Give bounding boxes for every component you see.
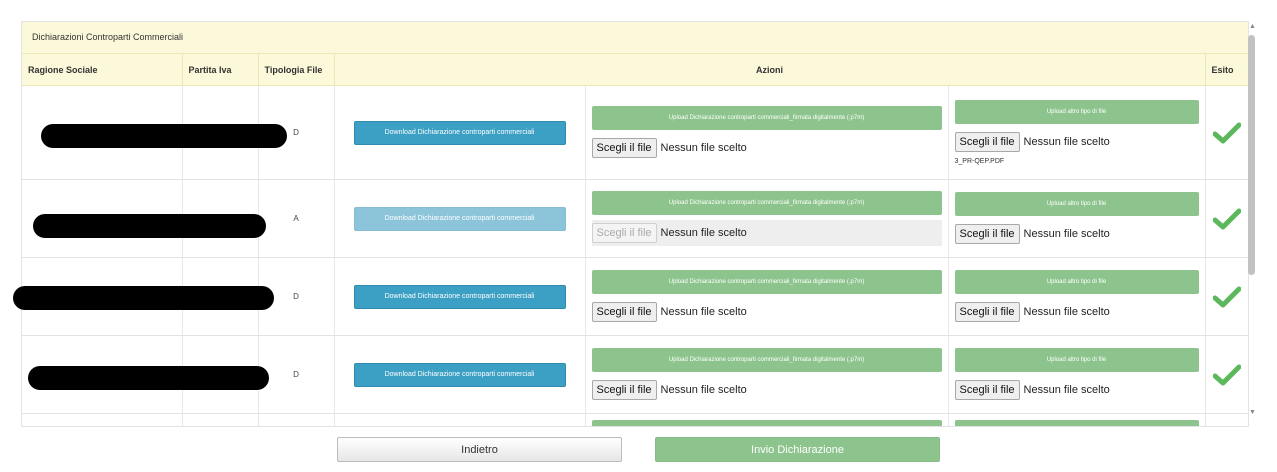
file-status: Nessun file scelto (1023, 228, 1110, 240)
check-icon (1212, 122, 1241, 143)
scroll-up-icon[interactable]: ▲ (1249, 23, 1256, 30)
download-dichiarazione-button[interactable]: Download Dichiarazione controparti comme… (353, 206, 566, 231)
vertical-scrollbar[interactable]: ▲ ▼ (1248, 21, 1258, 425)
tipologia-cell: A (258, 179, 335, 258)
redacted-name (28, 366, 269, 390)
file-input-dichiarazione: Scegli il file Nessun file scelto (591, 220, 942, 246)
file-input-dichiarazione[interactable]: Scegli il file Nessun file scelto (591, 301, 942, 323)
file-status: Nessun file scelto (1023, 306, 1110, 318)
file-status: Nessun file scelto (660, 142, 747, 154)
choose-file-button[interactable]: Scegli il file (591, 380, 657, 400)
uploaded-file-name: 3_PR-QEP.PDF (954, 158, 1005, 165)
file-input-altro[interactable]: Scegli il file Nessun file scelto (954, 131, 1199, 153)
choose-file-button[interactable]: Scegli il file (954, 132, 1020, 152)
tipologia-cell: D (258, 335, 335, 414)
check-icon (1212, 208, 1241, 229)
scroll-down-icon[interactable]: ▼ (1249, 409, 1256, 416)
download-dichiarazione-button[interactable]: Download Dichiarazione controparti comme… (353, 120, 566, 145)
col-header-partita-iva: Partita Iva (182, 54, 259, 86)
redacted-name (13, 286, 274, 310)
upload-altro-button[interactable]: Upload altro tipo di file (954, 270, 1199, 294)
file-input-dichiarazione[interactable]: Scegli il file Nessun file scelto (591, 379, 942, 401)
upload-dichiarazione-button[interactable]: Upload Dichiarazione controparti commerc… (591, 270, 942, 294)
upload-altro-button[interactable]: Upload altro tipo di file (954, 192, 1199, 216)
choose-file-button: Scegli il file (591, 223, 657, 243)
file-input-altro[interactable]: Scegli il file Nessun file scelto (954, 379, 1199, 401)
back-button[interactable]: Indietro (337, 437, 622, 462)
upload-dichiarazione-button[interactable]: Upload Dichiarazione controparti commerc… (591, 191, 942, 215)
scrollbar-thumb[interactable] (1248, 35, 1255, 275)
download-dichiarazione-button[interactable]: Download Dichiarazione controparti comme… (353, 284, 566, 309)
file-status: Nessun file scelto (660, 306, 747, 318)
choose-file-button[interactable]: Scegli il file (591, 302, 657, 322)
upload-dichiarazione-button[interactable] (591, 420, 942, 426)
panel-title: Dichiarazioni Controparti Commerciali (22, 22, 1248, 54)
send-declaration-button[interactable]: Invio Dichiarazione (655, 437, 940, 462)
file-status: Nessun file scelto (1023, 136, 1110, 148)
table-row (22, 413, 1248, 426)
file-input-altro[interactable]: Scegli il file Nessun file scelto (954, 223, 1199, 245)
file-status: Nessun file scelto (660, 384, 747, 396)
choose-file-button[interactable]: Scegli il file (954, 302, 1020, 322)
choose-file-button[interactable]: Scegli il file (954, 380, 1020, 400)
col-header-ragione-sociale: Ragione Sociale (22, 54, 183, 86)
redacted-name (41, 124, 287, 148)
upload-altro-button[interactable]: Upload altro tipo di file (954, 348, 1199, 372)
choose-file-button[interactable]: Scegli il file (591, 138, 657, 158)
col-header-azioni: Azioni (334, 54, 1206, 86)
upload-dichiarazione-button[interactable]: Upload Dichiarazione controparti commerc… (591, 106, 942, 130)
upload-altro-button[interactable] (954, 420, 1199, 426)
check-icon (1212, 286, 1241, 307)
download-dichiarazione-button[interactable]: Download Dichiarazione controparti comme… (353, 362, 566, 387)
redacted-name (33, 214, 266, 238)
choose-file-button[interactable]: Scegli il file (954, 224, 1020, 244)
col-header-tipologia-file: Tipologia File (258, 54, 335, 86)
col-header-esito: Esito (1205, 54, 1248, 86)
file-input-altro[interactable]: Scegli il file Nessun file scelto (954, 301, 1199, 323)
upload-dichiarazione-button[interactable]: Upload Dichiarazione controparti commerc… (591, 348, 942, 372)
check-icon (1212, 364, 1241, 385)
file-status: Nessun file scelto (1023, 384, 1110, 396)
file-input-dichiarazione[interactable]: Scegli il file Nessun file scelto (591, 137, 942, 159)
upload-altro-button[interactable]: Upload altro tipo di file (954, 100, 1199, 124)
file-status: Nessun file scelto (660, 227, 747, 239)
